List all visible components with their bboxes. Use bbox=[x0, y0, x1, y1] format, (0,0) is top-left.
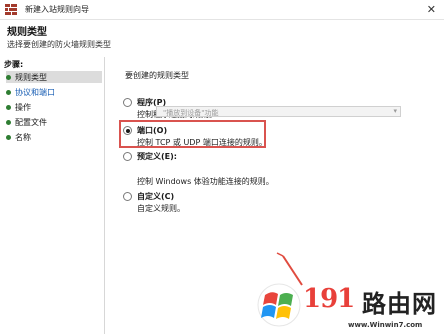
watermark-url: www.Winwin7.com bbox=[348, 321, 423, 329]
watermark-text: 路由网 bbox=[362, 290, 437, 318]
windows-logo-icon bbox=[257, 283, 301, 327]
watermark-number: 191 bbox=[303, 284, 355, 314]
